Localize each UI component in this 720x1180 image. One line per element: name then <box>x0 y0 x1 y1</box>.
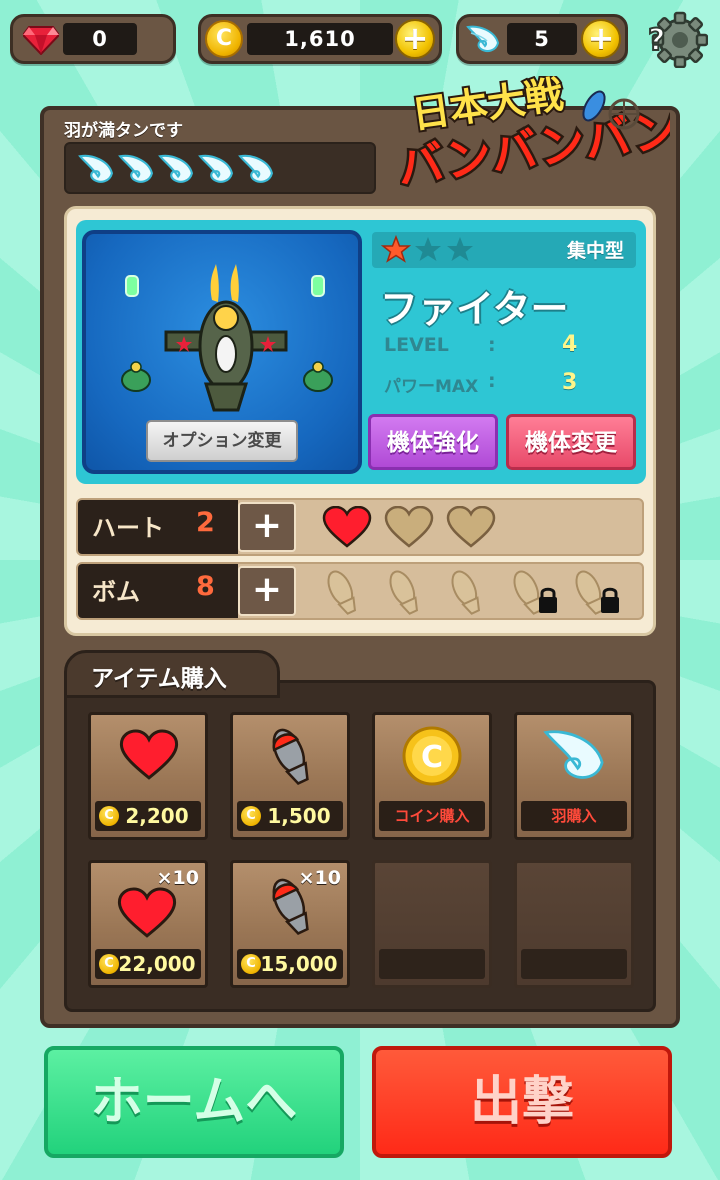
change-ship-button[interactable]: 機体変更 <box>506 414 636 470</box>
add-bomb-button[interactable]: + <box>238 566 296 616</box>
settings-gear-icon[interactable]: ? <box>646 10 708 68</box>
feather-status: 羽が満タンです <box>64 121 183 141</box>
heart-label: ハート <box>92 514 164 542</box>
coin-count: 1,610 <box>247 23 393 55</box>
feather-icon <box>78 154 114 183</box>
heart-stock-row: ハート 2 + <box>76 498 644 556</box>
bomb-slot-icon <box>327 570 356 615</box>
bomb-stock-label: ボム 8 <box>78 564 238 618</box>
ship-type: 集中型 <box>566 240 624 262</box>
add-heart-button[interactable]: + <box>238 502 296 552</box>
feather-gauge <box>64 142 376 194</box>
bomb-stock-row: ボム 8 + <box>76 562 644 620</box>
feather-icon <box>158 154 194 183</box>
coin-icon: C <box>241 954 261 974</box>
coin-icon: C <box>99 806 119 826</box>
shop-item-heart-x10[interactable]: ×10 C 22,000 <box>88 860 208 988</box>
shop-item-heart[interactable]: C 2,200 <box>88 712 208 840</box>
power-colon: : <box>488 370 496 392</box>
heart-icon <box>119 729 179 780</box>
purchase-label: コイン購入 <box>379 801 485 831</box>
wing-icon <box>543 730 604 779</box>
game-logo: 日本大戦 バンバンバン <box>400 76 670 196</box>
power-label: パワーMAX <box>384 377 479 397</box>
feather-icon <box>198 154 234 183</box>
star-filled-icon <box>380 234 412 263</box>
shop-item-empty <box>372 860 492 988</box>
bomb-icon <box>272 878 309 935</box>
bomb-slot-locked-icon <box>575 570 619 615</box>
power-value: 3 <box>562 370 578 395</box>
purchase-label: 羽購入 <box>521 801 627 831</box>
shop-item-wing-purchase[interactable]: 羽購入 <box>514 712 634 840</box>
item-shop-title: アイテム購入 <box>91 666 227 692</box>
gem-count: 0 <box>63 23 137 55</box>
coin-icon: C <box>205 20 243 58</box>
coin-icon: C <box>241 806 261 826</box>
empty-slot-bar <box>521 949 627 979</box>
wing-counter[interactable]: 5 + <box>456 14 628 64</box>
bomb-slot-locked-icon <box>513 570 557 615</box>
turtle-option-left <box>121 361 151 392</box>
option-change-button[interactable]: オプション変更 <box>146 420 298 462</box>
bomb-slot-icon <box>451 570 480 615</box>
svg-text:C: C <box>421 740 443 775</box>
price-tag: C 15,000 <box>237 949 343 979</box>
price-tag: C 1,500 <box>237 801 343 831</box>
heart-empty-icon <box>446 506 496 548</box>
star-empty-icon <box>415 237 441 261</box>
bomb-icon <box>272 728 309 785</box>
ruby-icon <box>23 26 59 55</box>
heart-count: 2 <box>196 507 215 538</box>
bomb-slot-icon <box>389 570 418 615</box>
lock-icon <box>601 587 619 613</box>
multiplier-badge: ×10 <box>156 867 199 889</box>
gem-counter[interactable]: 0 <box>10 14 176 64</box>
heart-empty-icon <box>384 506 434 548</box>
wing-icon <box>466 25 500 52</box>
empty-slot-bar <box>379 949 485 979</box>
svg-text:?: ? <box>648 23 665 58</box>
home-button[interactable]: ホームへ <box>44 1046 344 1158</box>
bomb-label: ボム <box>92 578 140 606</box>
coin-icon: C <box>99 954 119 974</box>
shop-item-bomb[interactable]: C 1,500 <box>230 712 350 840</box>
shop-item-coin-purchase[interactable]: C コイン購入 <box>372 712 492 840</box>
shop-item-empty <box>514 860 634 988</box>
wing-count: 5 <box>507 23 577 55</box>
heart-stock-label: ハート 2 <box>78 500 238 554</box>
rarity-stars <box>380 234 473 263</box>
item-shop-tab: アイテム購入 <box>64 650 280 698</box>
sortie-button[interactable]: 出撃 <box>372 1046 672 1158</box>
price-tag: C 2,200 <box>95 801 201 831</box>
ship-name: ファイター <box>380 287 569 331</box>
feather-icon <box>118 154 154 183</box>
star-empty-icon <box>447 237 473 261</box>
turtle-option-right <box>303 361 333 392</box>
price-tag: C 22,000 <box>95 949 201 979</box>
heart-full-icon <box>322 506 372 548</box>
upgrade-ship-button[interactable]: 機体強化 <box>368 414 498 470</box>
lock-icon <box>539 587 557 613</box>
heart-icon <box>117 887 177 938</box>
level-label: LEVEL <box>384 334 449 356</box>
rarity-bar: 集中型 <box>372 232 636 268</box>
add-wings-button[interactable]: + <box>581 19 621 59</box>
coin-counter[interactable]: C 1,610 + <box>198 14 442 64</box>
shop-item-bomb-x10[interactable]: ×10 C 15,000 <box>230 860 350 988</box>
bomb-count: 8 <box>196 571 215 602</box>
level-value: 4 <box>562 332 578 357</box>
level-colon: : <box>488 334 496 356</box>
feather-icon <box>238 154 274 183</box>
coin-icon: C <box>402 726 462 786</box>
add-coins-button[interactable]: + <box>395 19 435 59</box>
